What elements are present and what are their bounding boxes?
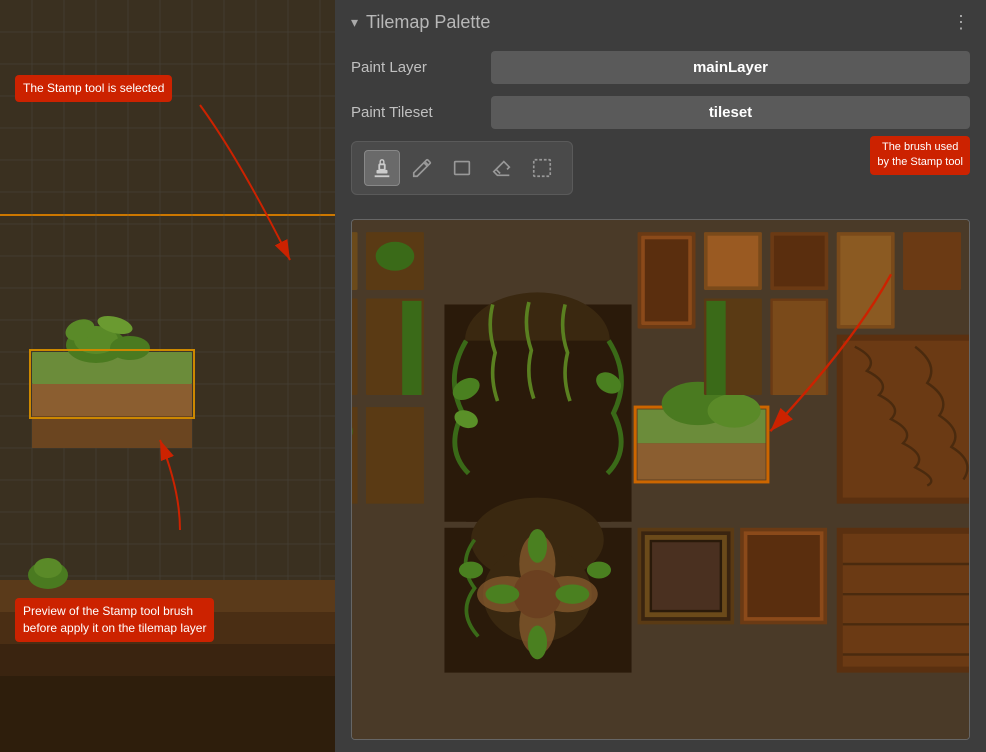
paint-layer-value[interactable]: mainLayer: [491, 51, 970, 84]
tool-toolbar: [351, 141, 573, 195]
collapse-icon[interactable]: ▾: [351, 14, 358, 31]
paint-tileset-value[interactable]: tileset: [491, 96, 970, 129]
tilemap-grid: [0, 0, 335, 752]
select-tool-button[interactable]: [524, 150, 560, 186]
rectangle-tool-button[interactable]: [444, 150, 480, 186]
stamp-icon: [371, 157, 393, 179]
tileset-svg: [352, 220, 969, 739]
tilemap-editor-panel[interactable]: The Stamp tool is selected Preview of th…: [0, 0, 335, 752]
toolbar-row: The brush used by the Stamp tool: [351, 141, 970, 207]
paint-tileset-row: Paint Tileset tileset: [351, 96, 970, 129]
select-icon: [531, 157, 553, 179]
palette-title: Tilemap Palette: [366, 12, 490, 33]
paint-tileset-label: Paint Tileset: [351, 104, 491, 121]
palette-header: ▾ Tilemap Palette ⋮: [351, 12, 970, 33]
stamp-tool-button[interactable]: [364, 150, 400, 186]
paint-layer-label: Paint Layer: [351, 59, 491, 76]
tileset-display-area[interactable]: [351, 219, 970, 740]
paint-brush-tool-button[interactable]: [404, 150, 440, 186]
tilemap-palette-panel: ▾ Tilemap Palette ⋮ Paint Layer mainLaye…: [335, 0, 986, 752]
paint-layer-row: Paint Layer mainLayer: [351, 51, 970, 84]
paintbrush-icon: [411, 157, 433, 179]
eraser-icon: [491, 157, 513, 179]
erase-tool-button[interactable]: [484, 150, 520, 186]
more-options-icon[interactable]: ⋮: [952, 12, 970, 33]
brush-annotation: The brush used by the Stamp tool: [870, 136, 970, 175]
rectangle-icon: [451, 157, 473, 179]
palette-title-row: ▾ Tilemap Palette: [351, 12, 490, 33]
